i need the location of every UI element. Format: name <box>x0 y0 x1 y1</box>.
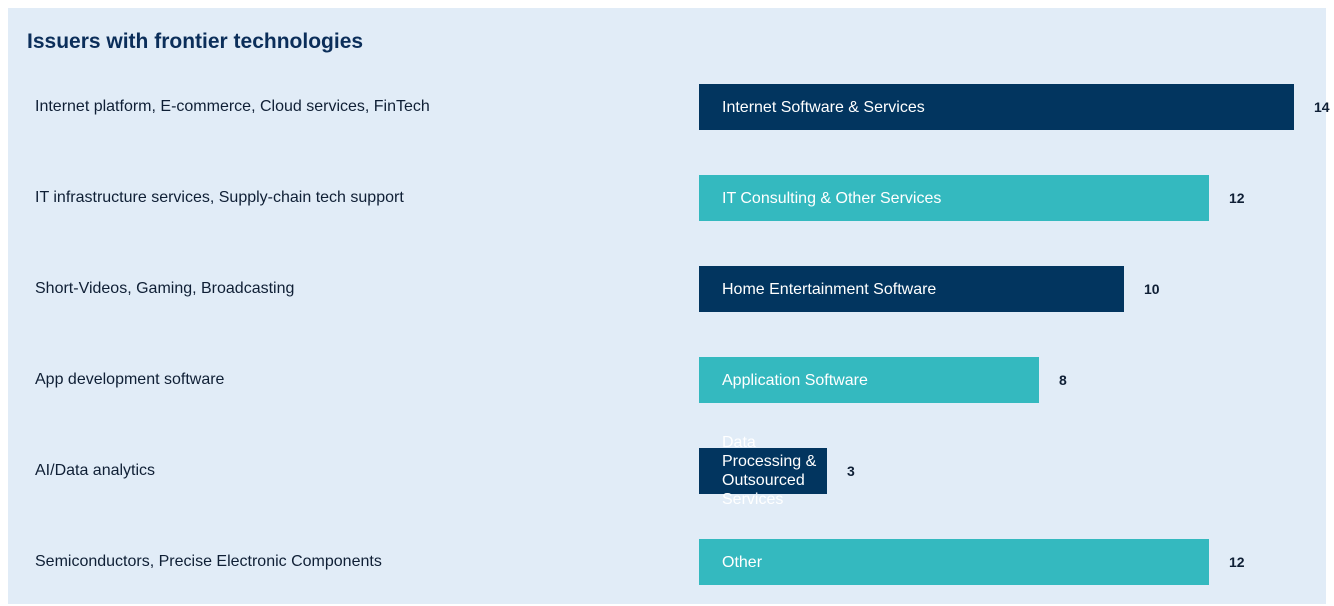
bar-label: Home Entertainment Software <box>722 280 937 298</box>
value-label: 14 <box>1314 99 1330 115</box>
value-label: 8 <box>1059 372 1067 388</box>
bar: IT Consulting & Other Services <box>699 175 1209 221</box>
value-label: 10 <box>1144 281 1160 297</box>
category-label: Semiconductors, Precise Electronic Compo… <box>35 553 382 570</box>
bar-label: Data Processing & Outsourced Services <box>722 434 817 508</box>
bar: Other <box>699 539 1209 585</box>
category-label: IT infrastructure services, Supply-chain… <box>35 189 404 206</box>
category-label: App development software <box>35 371 225 388</box>
bar: Application Software <box>699 357 1039 403</box>
bar-label: Application Software <box>722 371 868 389</box>
value-label: 12 <box>1229 190 1245 206</box>
bar: Data Processing & Outsourced Services <box>699 434 827 508</box>
value-label: 12 <box>1229 554 1245 570</box>
chart-title: Issuers with frontier technologies <box>27 30 364 53</box>
category-label: Short-Videos, Gaming, Broadcasting <box>35 280 295 297</box>
bar-label: Internet Software & Services <box>722 98 925 116</box>
bar: Internet Software & Services <box>699 84 1294 130</box>
bar-label: Other <box>722 553 763 571</box>
value-label: 3 <box>847 463 855 479</box>
bar: Home Entertainment Software <box>699 266 1124 312</box>
category-label: Internet platform, E-commerce, Cloud ser… <box>35 98 430 115</box>
category-label: AI/Data analytics <box>35 462 156 479</box>
bar-label: IT Consulting & Other Services <box>722 189 942 207</box>
